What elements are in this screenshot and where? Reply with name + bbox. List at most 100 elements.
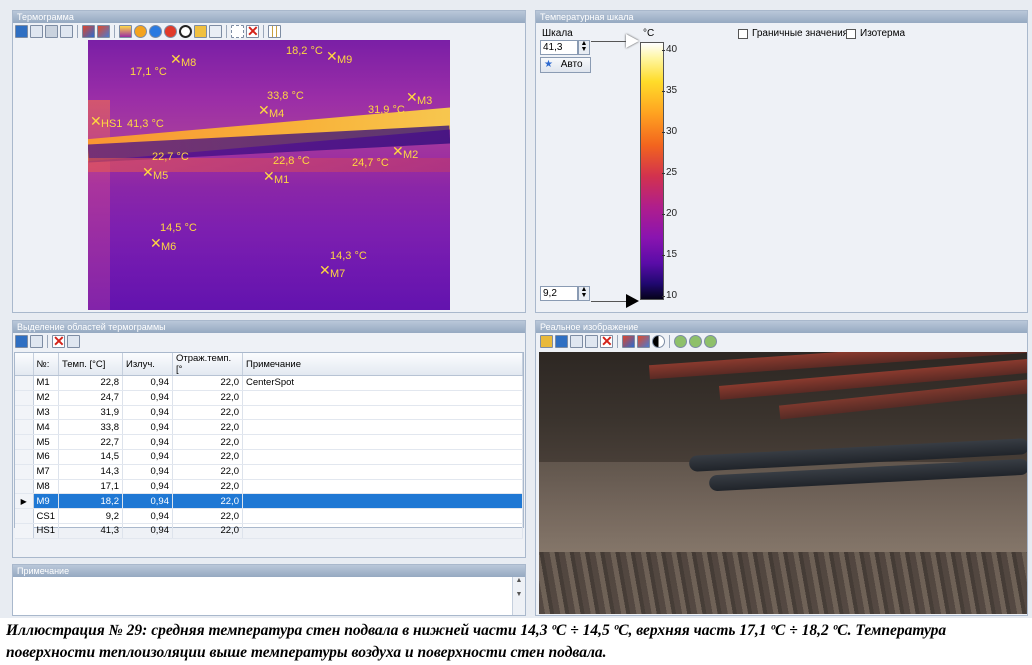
real-photo[interactable] xyxy=(539,352,1027,614)
table-row[interactable]: M6 14,5 0,94 22,0 xyxy=(15,449,524,465)
row-header[interactable] xyxy=(15,523,34,539)
row-header[interactable] xyxy=(15,464,34,480)
column-header-temp[interactable]: Темп. [°C] xyxy=(58,353,123,376)
note-scrollbar[interactable]: ▲ ▼ xyxy=(512,577,525,615)
copy-icon[interactable] xyxy=(30,25,43,38)
toolbar-separator xyxy=(114,25,115,38)
auto-scale-label: Авто xyxy=(560,59,583,70)
note-panel: Примечание ▲ ▼ xyxy=(12,564,526,616)
zoom-in-icon[interactable] xyxy=(674,335,687,348)
column-header-emissivity[interactable]: Излуч. xyxy=(122,353,173,376)
scale-bar-icon[interactable] xyxy=(119,25,132,38)
pin-icon[interactable] xyxy=(67,335,80,348)
scale-min-connector xyxy=(591,301,626,302)
save-icon[interactable] xyxy=(555,335,568,348)
no-entry-icon[interactable] xyxy=(179,25,192,38)
table-row[interactable]: M7 14,3 0,94 22,0 xyxy=(15,464,524,480)
real-image-panel-title: Реальное изображение xyxy=(536,321,1027,333)
cell-emissivity: 0,94 xyxy=(122,493,173,510)
marker-cross-icon: ✕ xyxy=(392,143,404,159)
cell-reflected-temp: 22,0 xyxy=(172,464,243,480)
swap-icon[interactable] xyxy=(637,335,650,348)
marker-cross-icon: ✕ xyxy=(263,168,275,184)
note-textarea[interactable] xyxy=(13,577,511,615)
palette-icon[interactable] xyxy=(82,25,95,38)
scale-tick-25: 25 xyxy=(661,167,678,178)
table-row[interactable]: M3 31,9 0,94 22,0 xyxy=(15,405,524,421)
column-header-note[interactable]: Примечание xyxy=(242,353,524,376)
cell-reflected-temp: 22,0 xyxy=(172,508,243,524)
scale-max-spinner[interactable]: ▲ ▼ xyxy=(578,40,590,55)
scale-max-slider-arrow[interactable] xyxy=(626,34,639,48)
table-row[interactable]: M2 24,7 0,94 22,0 xyxy=(15,390,524,406)
cell-temp: 14,3 xyxy=(58,464,123,480)
row-header[interactable] xyxy=(15,419,34,436)
table-row[interactable]: HS1 41,3 0,94 22,0 xyxy=(15,523,524,539)
copy-icon[interactable] xyxy=(30,335,43,348)
scale-tick-20: 20 xyxy=(661,208,678,219)
select-icon[interactable] xyxy=(231,25,244,38)
zoom-fit-icon[interactable] xyxy=(704,335,717,348)
table-row[interactable]: M4 33,8 0,94 22,0 xyxy=(15,419,524,436)
cell-emissivity: 0,94 xyxy=(122,419,173,436)
thermogram-image[interactable]: ✕ M8 17,1 °C ✕ M9 18,2 °C ✕ M3 31,9 °C ✕… xyxy=(88,40,450,310)
save-icon[interactable] xyxy=(15,25,28,38)
cold-spot-icon[interactable] xyxy=(149,25,162,38)
row-header[interactable]: ▶ xyxy=(15,493,34,510)
save-icon[interactable] xyxy=(15,335,28,348)
open-image-icon[interactable] xyxy=(540,335,553,348)
boundary-values-checkbox[interactable]: Граничные значения xyxy=(738,28,848,39)
row-header[interactable] xyxy=(15,375,34,391)
delete-icon[interactable]: ✕ xyxy=(600,334,613,348)
delete-icon[interactable]: ✕ xyxy=(52,334,65,348)
contrast-icon[interactable] xyxy=(652,335,665,348)
spot-tool-icon[interactable] xyxy=(134,25,147,38)
toolbar-separator xyxy=(47,335,48,348)
scale-panel-title: Температурная шкала xyxy=(536,11,1027,23)
cell-note xyxy=(242,479,524,495)
marker-cross-icon: ✕ xyxy=(90,113,102,129)
row-header[interactable] xyxy=(15,434,34,450)
paste-icon[interactable] xyxy=(585,335,598,348)
column-header-reflected-temp[interactable]: Отраж.темп. [° xyxy=(172,353,243,376)
table-row[interactable]: M5 22,7 0,94 22,0 xyxy=(15,434,524,450)
scale-max-input[interactable]: 41,3 xyxy=(540,40,578,55)
swap-icon[interactable] xyxy=(97,25,110,38)
column-header-number[interactable]: №: xyxy=(33,353,59,376)
isotherm-checkbox[interactable]: Изотерма xyxy=(846,28,905,39)
cell-note xyxy=(242,434,524,450)
scale-min-slider-arrow[interactable] xyxy=(626,294,639,308)
table-header-row: №: Темп. [°C] Излуч. Отраж.темп. [° Прим… xyxy=(15,353,524,376)
table-row[interactable]: M1 22,8 0,94 22,0 CenterSpot xyxy=(15,375,524,391)
note-panel-title: Примечание xyxy=(13,565,525,577)
area-icon[interactable] xyxy=(194,25,207,38)
marker-cross-icon: ✕ xyxy=(150,235,162,251)
grid-icon[interactable] xyxy=(268,25,281,38)
table-row[interactable]: ▶ M9 18,2 0,94 22,0 xyxy=(15,493,524,510)
paste-icon[interactable] xyxy=(60,25,73,38)
row-header[interactable] xyxy=(15,479,34,495)
scale-min-input[interactable]: 9,2 xyxy=(540,286,578,301)
thermogram-toolbar: ✕ xyxy=(15,24,281,38)
row-header[interactable] xyxy=(15,405,34,421)
table-row[interactable]: CS1 9,2 0,94 22,0 xyxy=(15,508,524,524)
hot-spot-icon[interactable] xyxy=(164,25,177,38)
row-header[interactable] xyxy=(15,508,34,524)
auto-scale-button[interactable]: ★ Авто xyxy=(540,57,591,73)
table-row[interactable]: M8 17,1 0,94 22,0 xyxy=(15,479,524,495)
profile-icon[interactable] xyxy=(209,25,222,38)
export-icon[interactable] xyxy=(45,25,58,38)
isotherm-checkbox-label: Изотерма xyxy=(860,28,906,39)
delete-icon[interactable]: ✕ xyxy=(246,24,259,38)
zoom-out-icon[interactable] xyxy=(689,335,702,348)
palette-icon[interactable] xyxy=(622,335,635,348)
copy-icon[interactable] xyxy=(570,335,583,348)
row-header[interactable] xyxy=(15,449,34,465)
scale-unit: °C xyxy=(643,28,655,39)
scale-min-spinner[interactable]: ▲ ▼ xyxy=(578,286,590,301)
cell-emissivity: 0,94 xyxy=(122,508,173,524)
cell-temp: 33,8 xyxy=(58,419,123,436)
marker-cross-icon: ✕ xyxy=(258,102,270,118)
cell-number: M8 xyxy=(33,479,59,495)
row-header[interactable] xyxy=(15,390,34,406)
